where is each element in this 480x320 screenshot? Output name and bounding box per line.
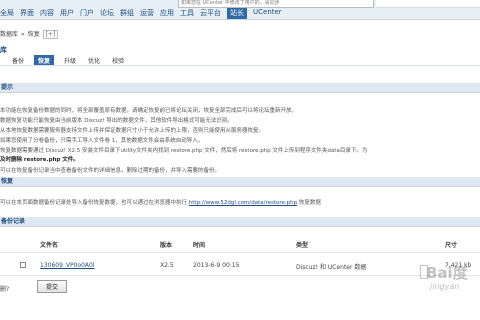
column-time: 时间 (193, 242, 206, 249)
tip-line-6: 及时删除 restore.php 文件。 (0, 155, 79, 163)
cell-time: 2013-6-9 00:15 (193, 262, 240, 269)
restore-tip-prefix: 可以在本页面数据备份记录处导入备份恢复数据，也可以通过在浏览器中执行 (0, 200, 188, 206)
add-shortcut-button[interactable]: [+] (42, 30, 59, 39)
tab-divider (0, 65, 480, 66)
nav-item-content[interactable]: 内容 (40, 8, 54, 19)
tips-header: 提示 (0, 83, 480, 93)
breadcrumb: 数据库» 恢复 [+] (0, 29, 59, 39)
column-filename: 文件名 (40, 242, 59, 249)
cell-version: X2.5 (160, 262, 174, 269)
nav-item-cloud[interactable]: 云平台 (200, 8, 221, 19)
table-row-divider (0, 275, 480, 276)
restore-tip: 可以在本页面数据备份记录处导入备份恢复数据，也可以通过在浏览器中执行 http:… (0, 198, 321, 206)
watermark-logo-text: Bai度 (426, 264, 468, 282)
nav-item-global[interactable]: 全局 (0, 8, 14, 19)
restore-tip-suffix: 恢复数据 (298, 200, 321, 206)
watermark-sub-text: jingyan (430, 282, 460, 291)
cell-filename[interactable]: 130609_VP0o0A0l (40, 262, 95, 269)
cell-type: Discuz! 和 UCenter 数据 (296, 264, 367, 271)
tip-line-3: 从本地恢复数据需要服务器支持文件上传并保证数据尺寸小于允许上传的上限，否则只能使… (0, 128, 265, 134)
records-header: 备份记录 (0, 217, 480, 227)
nav-item-ucenter[interactable]: UCenter (253, 8, 282, 19)
nav-item-portal[interactable]: 门户 (80, 8, 94, 19)
tip-line-5: 恢复数据需要通过 Discuz! X2.5 安装文件目录下utility文件夹内… (0, 146, 367, 154)
page-title: 库 (0, 46, 7, 54)
top-nav: 全局 界面 内容 用户 门户 论坛 群组 运营 应用 工具 云平台 站长 UCe… (0, 7, 288, 19)
nav-item-users[interactable]: 用户 (60, 8, 74, 19)
tip-line-5-text: 恢复数据需要通过 Discuz! X2.5 安装文件目录下utility文件夹内… (0, 148, 368, 154)
table-header-divider (0, 252, 480, 253)
column-type: 类型 (296, 242, 309, 249)
breadcrumb-separator: » (21, 31, 25, 38)
tip-line-7: 可以在恢复备份记录当中查看备份文件的详细信息，删除过期的备份，并导入需要的备份。 (0, 168, 221, 174)
watermark-logo: Bai度 jingyan (410, 262, 480, 302)
restore-header: 恢复 (0, 177, 480, 187)
breadcrumb-database[interactable]: 数据库 (0, 31, 18, 38)
nav-item-operations[interactable]: 运营 (140, 8, 154, 19)
column-version: 版本 (160, 242, 173, 249)
tip-line-1: 本功能在恢复备份数据的同时，将全部覆盖原有数据，请确定恢复前已将论坛关闭，恢复全… (0, 108, 298, 114)
column-size: 尺寸 (445, 242, 458, 249)
nav-item-apps[interactable]: 应用 (160, 8, 174, 19)
header-notice-box: 如果您在 UCenter 中修改了用户的，请同步 (178, 0, 374, 8)
delete-label: 删? (0, 286, 10, 293)
tip-line-2: 数据恢复功能只能恢复由当前版本 Discuz! 导出的数据文件，其他软件导出格式… (0, 118, 233, 124)
tip-line-4: 如果您使用了分卷备份，只需手工导入文件卷 1，其他数据文件会由系统自动导入。 (0, 138, 204, 144)
header-right-panel (376, 0, 480, 8)
nav-item-groups[interactable]: 群组 (120, 8, 134, 19)
submit-button[interactable]: 提交 (37, 280, 67, 293)
nav-item-interface[interactable]: 界面 (20, 8, 34, 19)
breadcrumb-current: 恢复 (27, 31, 40, 38)
nav-item-tools[interactable]: 工具 (180, 8, 194, 19)
tip-line-6-strong: 及时删除 restore.php 文件。 (0, 157, 79, 163)
nav-item-webmaster[interactable]: 站长 (227, 7, 247, 19)
row-checkbox[interactable] (20, 262, 26, 268)
nav-item-forum[interactable]: 论坛 (100, 8, 114, 19)
top-navigation-bar: 全局 界面 内容 用户 门户 论坛 群组 运营 应用 工具 云平台 站长 UCe… (0, 0, 480, 20)
restore-url-link[interactable]: http://www.52dgl.com/data/restore.php (189, 200, 297, 206)
